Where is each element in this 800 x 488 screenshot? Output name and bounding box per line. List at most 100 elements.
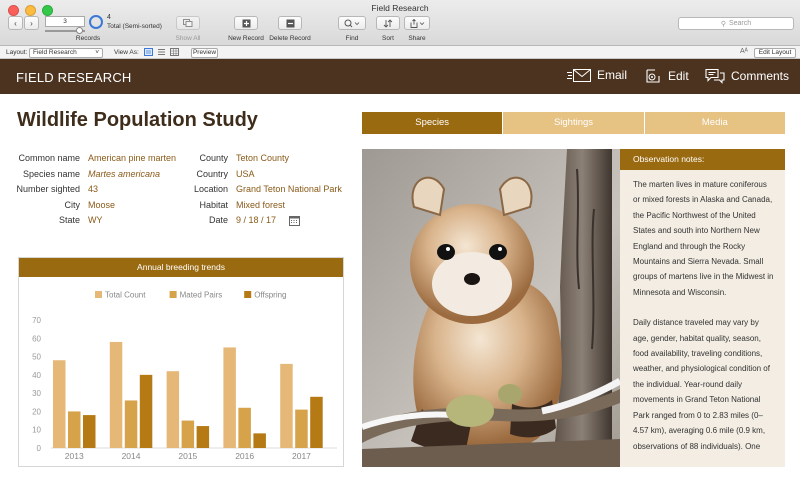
bar-2016-1 [238, 407, 251, 448]
y-tick-label-2: 20 [32, 407, 41, 416]
find-label: Find [345, 35, 359, 42]
app-window: Field Research ‹ › 3 Records 4 Total (Se… [0, 0, 800, 488]
layout-select[interactable]: Field Research ˅ [29, 47, 103, 58]
show-all-button[interactable] [176, 16, 200, 30]
notes-body: The marten lives in mature coniferous or… [620, 170, 785, 454]
show-all-label: Show All [175, 35, 201, 42]
found-set-pie-icon [89, 15, 103, 29]
layout-label: Layout: [6, 49, 28, 56]
y-tick-label-3: 30 [32, 389, 41, 398]
chevron-left-icon: ‹ [14, 18, 17, 28]
share-button[interactable] [404, 16, 430, 30]
habitat-field[interactable]: Mixed forest [236, 200, 285, 210]
edit-layout-button[interactable]: Edit Layout [754, 47, 796, 58]
current-record-field[interactable]: 3 [45, 16, 85, 27]
location-field[interactable]: Grand Teton National Park [236, 184, 342, 194]
find-button[interactable] [338, 16, 366, 30]
notes-paragraph-1: The marten lives in mature coniferous or… [633, 180, 774, 297]
email-icon [567, 68, 591, 82]
edit-button[interactable]: Edit [644, 68, 689, 84]
location-label: Location [193, 184, 228, 194]
observation-notes-panel[interactable]: Observation notes: The marten lives in m… [620, 149, 785, 467]
bar-2013-1 [68, 411, 81, 448]
preview-button[interactable]: Preview [191, 47, 218, 58]
date-field[interactable]: 9 / 18 / 17 [236, 215, 276, 225]
text-size-icon[interactable]: Aᴬ [740, 48, 748, 55]
comments-button[interactable]: Comments [705, 68, 789, 84]
comments-icon [705, 68, 725, 84]
search-icon: ⚲ [720, 20, 726, 28]
email-label: Email [597, 68, 628, 82]
x-tick-label-2: 2015 [178, 451, 197, 461]
city-field[interactable]: Moose [88, 200, 115, 210]
county-field[interactable]: Teton County [236, 153, 289, 163]
next-record-button[interactable]: › [24, 16, 39, 30]
calendar-icon[interactable] [289, 215, 300, 226]
y-tick-label-4: 40 [32, 371, 41, 380]
chart-title: Annual breeding trends [19, 258, 343, 277]
bar-chart: Total Count Mated Pairs Offspring 0 10 20 30 40… [32, 291, 337, 461]
search-placeholder: Search [728, 20, 752, 27]
show-all-icon [183, 19, 193, 27]
form-view-icon[interactable] [144, 48, 153, 56]
breeding-trends-chart: Annual breeding trends Total Count Mated … [18, 257, 344, 467]
new-record-button[interactable] [234, 16, 258, 30]
window-title: Field Research [371, 3, 429, 13]
bar-2014-1 [124, 400, 138, 448]
bar-2015-1 [181, 420, 195, 448]
species-name-label: Species name [22, 169, 80, 179]
total-count: 4 [107, 14, 111, 21]
x-tick-label-3: 2016 [235, 451, 254, 461]
table-view-icon[interactable] [170, 48, 179, 56]
delete-record-label: Delete Record [269, 35, 311, 42]
y-tick-label-0: 0 [37, 444, 42, 453]
previous-record-button[interactable]: ‹ [8, 16, 23, 30]
tab-species[interactable]: Species [362, 112, 504, 134]
notes-paragraph-2: Daily distance traveled may vary by age,… [633, 318, 770, 451]
layout-bar: Layout: Field Research ˅ View As: Previe… [0, 46, 800, 59]
layout-select-value: Field Research [33, 48, 77, 56]
bar-2015-2 [196, 426, 210, 448]
bar-2016-0 [223, 347, 236, 448]
bar-2015-0 [166, 371, 180, 448]
date-label: Date [208, 215, 228, 225]
window-bottom-margin [0, 479, 800, 488]
page-title: Wildlife Population Study [17, 109, 258, 131]
sort-button[interactable] [376, 16, 400, 30]
legend-swatch-2 [244, 291, 252, 298]
x-tick-label-1: 2014 [122, 451, 141, 461]
minus-icon [286, 19, 294, 27]
tab-sightings[interactable]: Sightings [503, 112, 645, 134]
number-sighted-label: Number sighted [16, 184, 80, 194]
chevron-down-icon: ˅ [95, 48, 99, 56]
y-tick-label-7: 70 [32, 316, 41, 325]
bar-2016-2 [253, 433, 266, 448]
legend-label-0: Total Count [105, 291, 146, 300]
search-input[interactable]: ⚲ Search [678, 17, 794, 30]
number-sighted-field[interactable]: 43 [88, 184, 98, 194]
country-label: Country [196, 169, 228, 179]
edit-icon [646, 69, 660, 83]
marten-photo [362, 149, 620, 467]
title-bar: Field Research ‹ › 3 Records 4 Total (Se… [0, 0, 800, 46]
comments-label: Comments [731, 69, 790, 83]
list-view-icon[interactable] [157, 48, 166, 56]
city-label: City [64, 200, 81, 210]
tab-media[interactable]: Media [644, 112, 785, 134]
country-field[interactable]: USA [236, 169, 255, 179]
record-slider-knob[interactable] [76, 27, 83, 34]
sort-label: Sort [382, 35, 394, 42]
tab-bar: Species Sightings Media [362, 112, 785, 134]
brand-title: FIELD RESEARCH [16, 70, 132, 85]
county-label: County [199, 153, 228, 163]
email-button[interactable]: Email [567, 68, 627, 82]
delete-record-button[interactable] [278, 16, 302, 30]
new-record-label: New Record [228, 35, 264, 42]
state-field[interactable]: WY [88, 215, 103, 225]
legend-swatch-0 [95, 291, 102, 298]
common-name-label: Common name [18, 153, 80, 163]
total-status: Total (Semi-sorted) [107, 23, 162, 30]
view-as-label: View As: [114, 49, 139, 56]
x-tick-label-4: 2017 [292, 451, 311, 461]
bar-2014-2 [139, 374, 153, 448]
